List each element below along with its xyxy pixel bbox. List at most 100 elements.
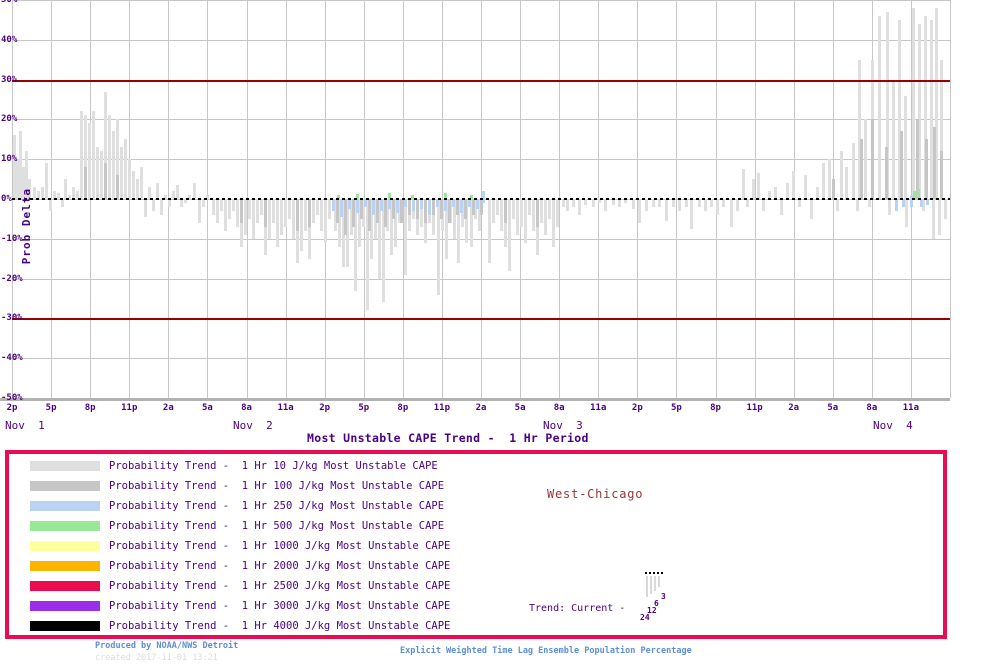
prob-delta-bar bbox=[360, 199, 363, 219]
footer-created-timestamp: created 2017-11-01 13:21 bbox=[95, 653, 218, 663]
prob-delta-bar bbox=[448, 199, 451, 223]
prob-delta-bar bbox=[260, 199, 263, 215]
prob-delta-bar bbox=[885, 147, 888, 199]
date-label: Nov 4 bbox=[873, 419, 913, 432]
prob-delta-bar bbox=[244, 199, 247, 235]
prob-delta-bar bbox=[828, 159, 831, 199]
prob-delta-bar bbox=[832, 179, 835, 199]
prob-delta-bar bbox=[104, 163, 107, 199]
prob-delta-bar bbox=[160, 199, 163, 215]
prob-delta-bar bbox=[432, 199, 435, 215]
prob-delta-bar bbox=[144, 199, 147, 217]
prob-delta-bar bbox=[464, 199, 467, 219]
x-tick-label: 2a bbox=[475, 403, 487, 413]
x-tick-label: 11a bbox=[902, 403, 920, 413]
x-tick-label: 5a bbox=[514, 403, 526, 413]
prob-delta-bar bbox=[404, 199, 407, 207]
prob-delta-bar bbox=[704, 199, 707, 211]
y-tick-label: -20% bbox=[1, 273, 23, 284]
prob-delta-bar bbox=[528, 199, 531, 215]
x-tick-label: 2p bbox=[6, 403, 18, 413]
prob-delta-bar bbox=[690, 199, 693, 229]
prob-delta-bar bbox=[380, 199, 383, 211]
prob-delta-bar bbox=[888, 199, 891, 215]
prob-delta-bar bbox=[384, 199, 387, 227]
prob-delta-bar bbox=[780, 199, 783, 215]
trend-sample-bar bbox=[658, 576, 660, 587]
prob-delta-bar bbox=[372, 199, 375, 215]
prob-delta-bar bbox=[592, 199, 595, 207]
prob-delta-bar bbox=[112, 131, 115, 199]
prob-delta-bar bbox=[416, 199, 419, 219]
x-tick-label: 5a bbox=[827, 403, 839, 413]
prob-delta-bar bbox=[618, 199, 621, 207]
prob-delta-bar bbox=[180, 199, 183, 207]
trend-sample-graphic: 3 6 12 24 bbox=[639, 572, 699, 632]
prob-delta-bar bbox=[284, 199, 287, 227]
prob-delta-bar bbox=[296, 199, 299, 231]
prob-delta-bar bbox=[408, 199, 411, 215]
date-label: Nov 1 bbox=[5, 419, 45, 432]
prob-delta-bar bbox=[685, 199, 688, 207]
prob-delta-bar bbox=[804, 175, 807, 199]
prob-delta-bar bbox=[202, 199, 205, 207]
prob-delta-bar bbox=[336, 199, 339, 223]
prob-delta-bar bbox=[116, 175, 119, 199]
prob-delta-bar bbox=[248, 199, 251, 219]
prob-delta-bar bbox=[504, 199, 507, 223]
chart-title: Most Unstable CAPE Trend - 1 Hr Period bbox=[307, 431, 589, 445]
prob-delta-bar bbox=[412, 199, 415, 211]
prob-delta-bar bbox=[892, 79, 895, 199]
x-tick-label: 8a bbox=[866, 403, 878, 413]
trend-sample-dotted-line bbox=[645, 572, 664, 574]
legend-label: Probability Trend - 1 Hr 10 J/kg Most Un… bbox=[109, 460, 438, 472]
prob-delta-bar bbox=[224, 199, 227, 231]
prob-delta-bar bbox=[786, 183, 789, 199]
prob-delta-bar bbox=[288, 199, 291, 219]
prob-delta-bar bbox=[332, 199, 335, 211]
prob-delta-bar bbox=[932, 199, 935, 239]
prob-delta-bar bbox=[920, 199, 923, 207]
prob-delta-bar bbox=[64, 179, 67, 199]
prob-delta-bar bbox=[320, 199, 323, 231]
prob-delta-bar bbox=[452, 199, 455, 207]
legend-label: Probability Trend - 1 Hr 2000 J/kg Most … bbox=[109, 560, 451, 572]
y-tick-label: 40% bbox=[1, 34, 18, 45]
x-axis-line bbox=[0, 398, 950, 401]
prob-delta-bar bbox=[925, 139, 928, 199]
trend-sample-bar bbox=[650, 576, 652, 594]
prob-delta-bar bbox=[933, 127, 936, 199]
legend-swatch bbox=[30, 521, 100, 531]
prob-delta-bar bbox=[548, 199, 551, 219]
prob-delta-bar bbox=[400, 199, 403, 223]
prob-delta-bar bbox=[658, 199, 661, 207]
x-tick-label: 2a bbox=[162, 403, 174, 413]
legend-label: Probability Trend - 1 Hr 500 J/kg Most U… bbox=[109, 520, 445, 532]
prob-delta-bar bbox=[488, 199, 491, 263]
plot-area: 50% 40% 30% 20% 10% 0% -10% -20% -30% -40% -50% 2p 5… bbox=[0, 0, 952, 432]
prob-delta-bar bbox=[544, 199, 547, 235]
legend-swatch bbox=[30, 621, 100, 631]
prob-delta-bar bbox=[845, 167, 848, 199]
y-axis-label: Prob Delta bbox=[20, 188, 33, 265]
y-tick-label: 50% bbox=[1, 0, 18, 5]
prob-delta-bar bbox=[856, 199, 859, 211]
prob-delta-bar bbox=[508, 199, 511, 271]
prob-delta-bar bbox=[836, 199, 839, 211]
prob-delta-bar bbox=[578, 199, 581, 215]
prob-delta-bar bbox=[45, 163, 48, 199]
prob-delta-bar bbox=[156, 183, 159, 199]
x-tick-label: 8p bbox=[397, 403, 409, 413]
legend-swatch bbox=[30, 481, 100, 491]
prob-delta-bar bbox=[810, 199, 813, 219]
legend-label: Probability Trend - 1 Hr 250 J/kg Most U… bbox=[109, 500, 445, 512]
prob-delta-bar bbox=[746, 199, 749, 207]
prob-delta-bar bbox=[304, 199, 307, 231]
prob-delta-bar bbox=[716, 199, 719, 215]
prob-delta-bar bbox=[482, 191, 485, 203]
prob-delta-bar bbox=[472, 199, 475, 215]
prob-delta-bar bbox=[193, 183, 196, 199]
prob-delta-bar bbox=[904, 95, 907, 199]
prob-delta-bar bbox=[136, 179, 139, 199]
prob-delta-bar bbox=[840, 151, 843, 199]
